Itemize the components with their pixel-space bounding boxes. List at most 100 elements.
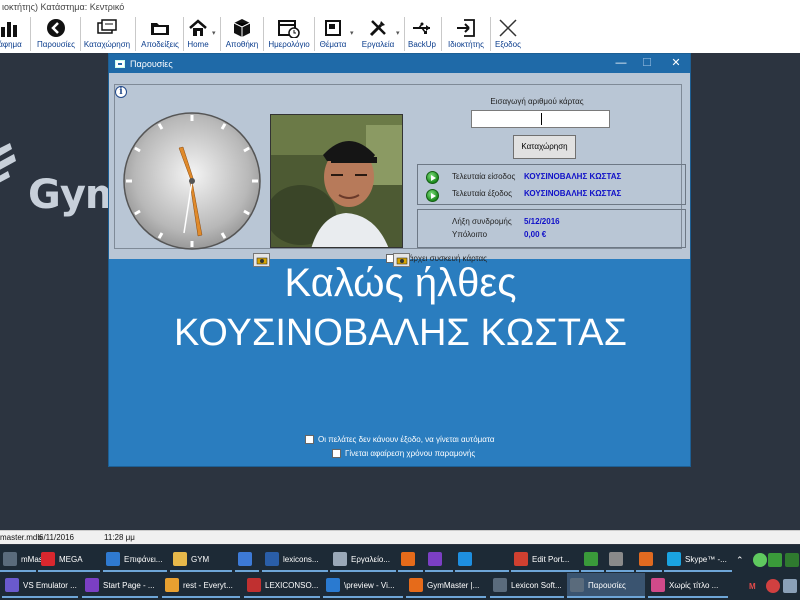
maximize-button[interactable]: ☐ bbox=[633, 54, 661, 73]
taskbar-item[interactable] bbox=[581, 547, 604, 571]
toolbar-warehouse-button[interactable]: Αποθήκη bbox=[223, 15, 261, 53]
taskbar-item[interactable]: Παρουσίες bbox=[567, 573, 645, 597]
taskbar-item-label: Χωρίς τίτλο ... bbox=[669, 580, 719, 590]
tools-dropdown-arrow[interactable]: ▾ bbox=[396, 29, 400, 37]
tray-chevron-icon[interactable]: ⌃ bbox=[733, 548, 749, 572]
stay-time-checkbox[interactable] bbox=[332, 449, 341, 458]
tray-mega-icon[interactable]: M bbox=[746, 574, 760, 598]
toolbar-exit-button[interactable]: Εξοδος bbox=[492, 15, 524, 53]
register-button[interactable]: Καταχώρηση bbox=[513, 135, 576, 159]
app-icon bbox=[333, 552, 347, 566]
taskbar-item-indicator bbox=[636, 570, 662, 572]
app-icon bbox=[326, 578, 340, 592]
app-icon bbox=[401, 552, 415, 566]
home-dropdown-arrow[interactable]: ▾ bbox=[212, 29, 216, 37]
toolbar-home-button[interactable]: Home bbox=[184, 15, 212, 53]
taskbar-item-indicator bbox=[398, 570, 423, 572]
taskbar-item-indicator bbox=[262, 570, 328, 572]
taskbar-item[interactable]: rest - Everyt... bbox=[162, 573, 240, 597]
app-icon bbox=[609, 552, 623, 566]
taskbar-item-indicator bbox=[162, 596, 240, 598]
card-input-label: Εισαγωγή αριθμού κάρτας bbox=[490, 97, 584, 106]
balance-value: 0,00 € bbox=[524, 230, 547, 239]
taskbar-item[interactable]: lexicons... bbox=[262, 547, 328, 571]
text-caret bbox=[541, 113, 542, 125]
taskbar-item[interactable]: Εργαλείο... bbox=[330, 547, 396, 571]
toolbar-backup-button[interactable]: BackUp bbox=[406, 15, 438, 53]
app-icon bbox=[3, 552, 17, 566]
taskbar-item[interactable]: \preview - Vi... bbox=[323, 573, 403, 597]
dialog-titlebar[interactable]: Παρουσίες — ☐ ✕ bbox=[109, 54, 690, 73]
app-icon bbox=[238, 552, 252, 566]
themes-dropdown-arrow[interactable]: ▾ bbox=[350, 29, 354, 37]
toolbar-tools-button[interactable]: Εργαλεία bbox=[358, 15, 398, 53]
app-icon bbox=[570, 578, 584, 592]
taskbar-item[interactable] bbox=[425, 547, 453, 571]
taskbar-item[interactable]: Start Page - ... bbox=[82, 573, 158, 597]
exit-icon bbox=[455, 17, 477, 39]
taskbar-item[interactable]: VS Emulator ... bbox=[2, 573, 78, 597]
auto-exit-option[interactable]: Οι πελάτες δεν κάνουν έξοδο, να γίνεται … bbox=[305, 435, 495, 444]
toolbar-chart-button[interactable]: άφημα bbox=[0, 15, 26, 53]
main-toolbar: άφημα Παρουσίες Καταχώρηση Αποδείξεις Ho… bbox=[0, 15, 800, 53]
toolbar-receipts-button[interactable]: Αποδείξεις bbox=[137, 15, 183, 53]
taskbar-item[interactable] bbox=[235, 547, 259, 571]
minimize-button[interactable]: — bbox=[607, 54, 635, 73]
tray-shield-icon[interactable] bbox=[765, 548, 782, 572]
taskbar-item-label: MEGA bbox=[59, 554, 83, 564]
app-icon bbox=[584, 552, 598, 566]
taskbar-item[interactable]: MEGA bbox=[38, 547, 100, 571]
app-icon bbox=[458, 552, 472, 566]
tray-security-icon[interactable] bbox=[782, 548, 799, 572]
taskbar-item[interactable]: mMas... bbox=[0, 547, 49, 571]
taskbar-item[interactable]: Skype™ -... bbox=[664, 547, 732, 571]
auto-exit-checkbox[interactable] bbox=[305, 435, 314, 444]
taskbar-item[interactable]: Lexicon Soft... bbox=[490, 573, 564, 597]
taskbar-item[interactable]: GYM bbox=[170, 547, 232, 571]
taskbar-item[interactable]: Edit Port... bbox=[511, 547, 579, 571]
taskbar-item[interactable]: Χωρίς τίτλο ... bbox=[648, 573, 728, 597]
app-icon bbox=[247, 578, 261, 592]
attendance-dialog: Παρουσίες — ☐ ✕ i Υπάρχει συσκευή κάρτας… bbox=[108, 53, 691, 467]
taskbar-item[interactable] bbox=[455, 547, 509, 571]
stay-time-option[interactable]: Γίνεται αφαίρεση χρόνου παραμονής bbox=[332, 449, 475, 458]
toolbar-register-button[interactable]: Καταχώρηση bbox=[82, 15, 132, 53]
toolbar-attendance-button[interactable]: Παρουσίες bbox=[34, 15, 78, 53]
close-icon bbox=[497, 17, 519, 39]
taskbar-item[interactable] bbox=[606, 547, 634, 571]
subscription-value: 5/12/2016 bbox=[524, 217, 560, 226]
app-icon bbox=[41, 552, 55, 566]
status-time: 11:28 μμ bbox=[104, 533, 135, 542]
taskbar-item-indicator bbox=[648, 596, 728, 598]
info-icon[interactable]: i bbox=[115, 86, 127, 98]
folder-icon bbox=[149, 17, 171, 39]
status-date: 6/11/2016 bbox=[39, 533, 74, 542]
taskbar-item-label: rest - Everyt... bbox=[183, 580, 233, 590]
arrow-circle-icon bbox=[45, 17, 67, 39]
toolbar-owner-button[interactable]: Ιδιοκτήτης bbox=[444, 15, 488, 53]
toolbar-label: άφημα bbox=[0, 40, 22, 49]
taskbar-item-indicator bbox=[425, 570, 453, 572]
taskbar-item[interactable]: Επιφάνει... bbox=[103, 547, 167, 571]
taskbar-item[interactable]: LEXICONSO... bbox=[244, 573, 320, 597]
toolbar-label: Θέματα bbox=[319, 40, 347, 49]
taskbar-item[interactable] bbox=[636, 547, 662, 571]
tray-app-icon[interactable] bbox=[750, 548, 767, 572]
taskbar-item-label: Επιφάνει... bbox=[124, 554, 163, 564]
tray-network-icon[interactable] bbox=[780, 574, 797, 598]
app-title: ιοκτήτης) Κατάστημα: Κεντρικό bbox=[0, 0, 800, 15]
toolbar-themes-button[interactable]: Θέματα bbox=[316, 15, 350, 53]
subscription-box: Λήξη συνδρομής 5/12/2016 Υπόλοιπο 0,00 € bbox=[417, 209, 686, 248]
welcome-member-name: ΚΟΥΣΙΝΟΒΑΛΗΣ ΚΩΣΤΑΣ bbox=[174, 312, 627, 354]
toolbar-label: Εργαλεία bbox=[361, 40, 395, 49]
taskbar-item[interactable] bbox=[398, 547, 423, 571]
toolbar-calendar-button[interactable]: Ημερολόγιο bbox=[265, 15, 313, 53]
close-button[interactable]: ✕ bbox=[662, 54, 690, 73]
taskbar-item[interactable]: GymMaster |... bbox=[406, 573, 486, 597]
last-exit-label: Τελευταία έξοδος bbox=[452, 189, 512, 198]
taskbar-item-label: GYM bbox=[191, 554, 210, 564]
taskbar-item-indicator bbox=[606, 570, 634, 572]
toolbar-label: Ιδιοκτήτης bbox=[448, 40, 484, 49]
tray-red-app-icon[interactable] bbox=[763, 574, 780, 598]
toolbar-label: Ημερολόγιο bbox=[268, 40, 310, 49]
